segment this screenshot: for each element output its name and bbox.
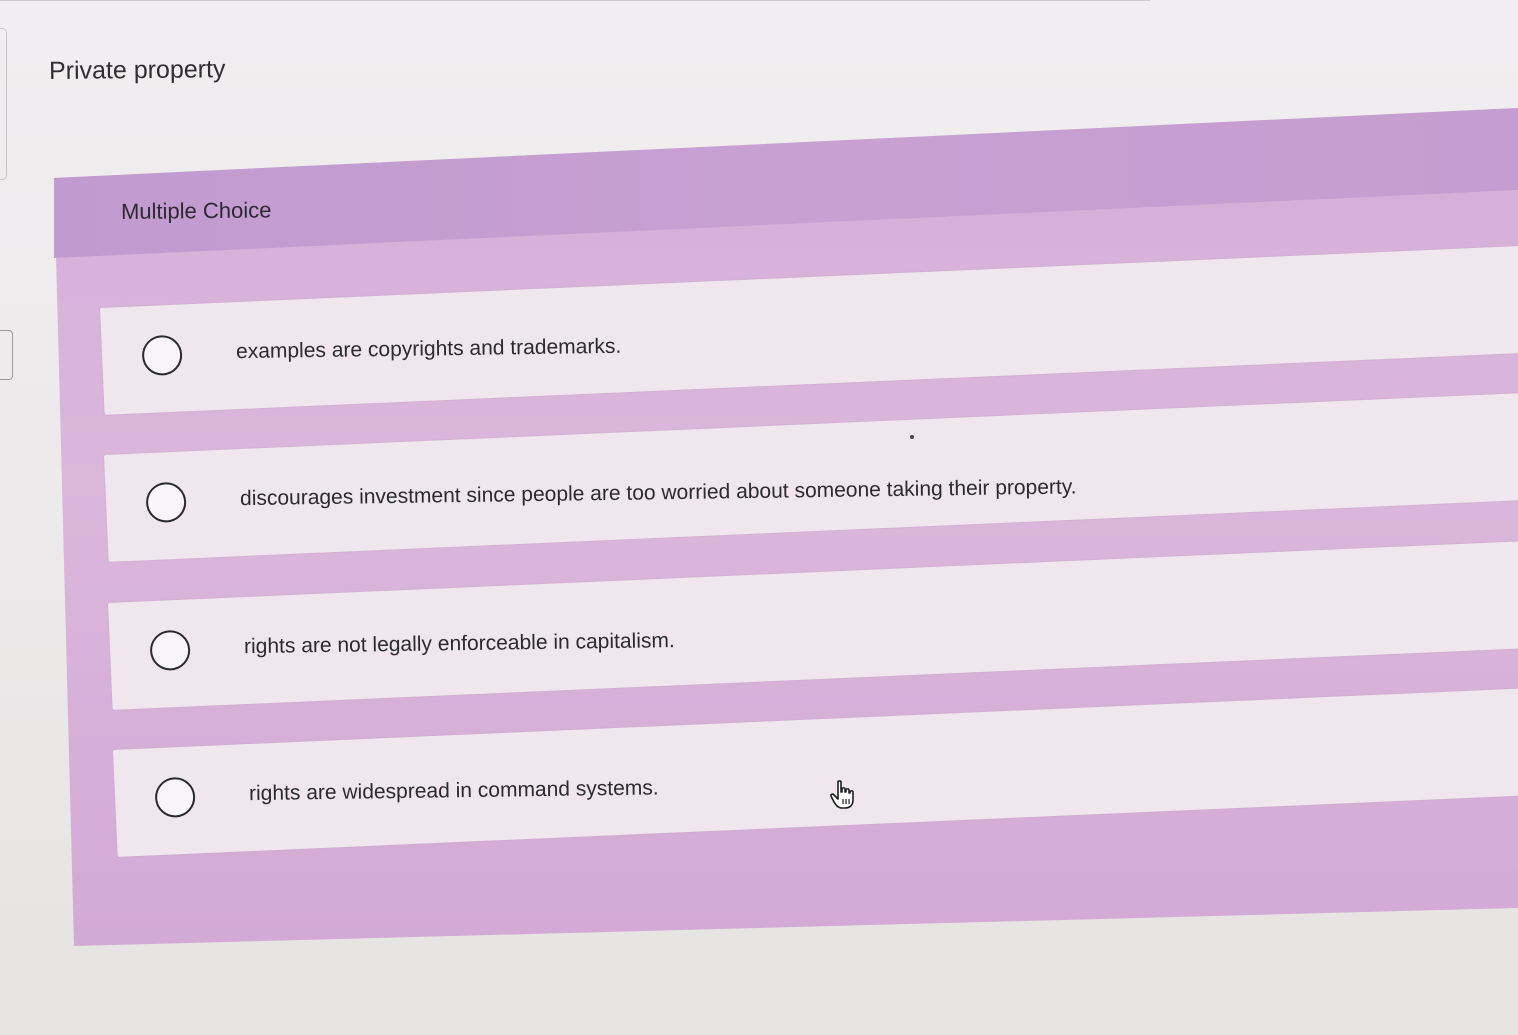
answer-option-text: rights are widespread in command systems… xyxy=(248,776,659,806)
question-type-label: Multiple Choice xyxy=(120,197,272,224)
radio-button[interactable] xyxy=(141,334,183,377)
radio-button[interactable] xyxy=(149,629,191,672)
answer-option-text: rights are not legally enforceable in ca… xyxy=(243,629,675,659)
question-title: Private property xyxy=(48,55,226,85)
screen-speck xyxy=(910,435,914,439)
answer-option-text: examples are copyrights and trademarks. xyxy=(235,334,622,364)
left-edge-tab xyxy=(0,330,13,380)
top-divider xyxy=(0,0,1150,1)
radio-button[interactable] xyxy=(145,481,187,524)
hand-pointer-icon xyxy=(829,779,857,811)
left-edge-frame xyxy=(0,28,7,180)
radio-button[interactable] xyxy=(154,776,196,819)
answer-option-text: discourages investment since people are … xyxy=(239,475,1077,511)
